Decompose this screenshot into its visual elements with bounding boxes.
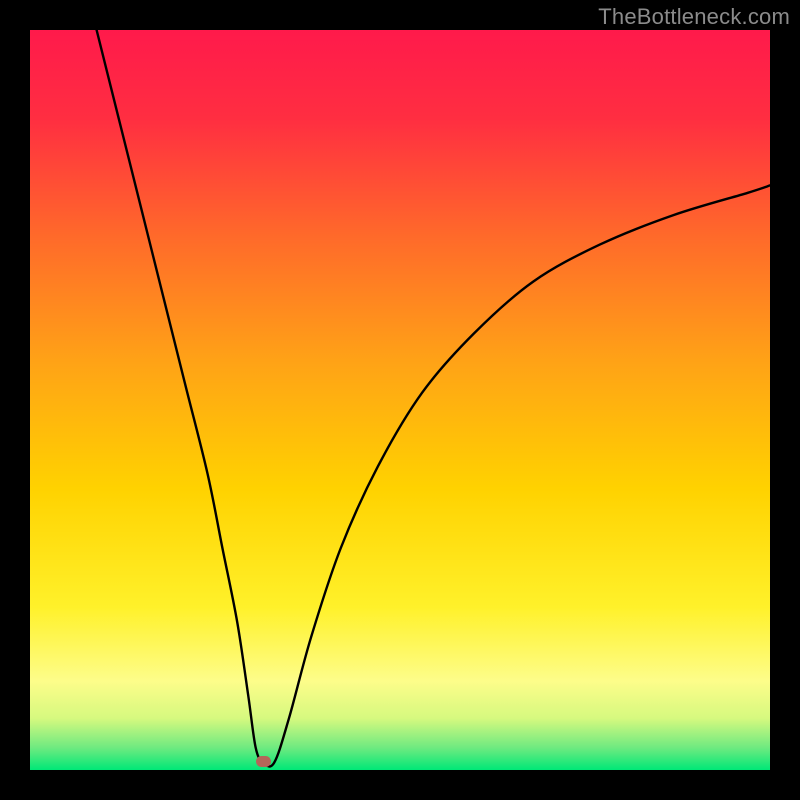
plot-area [30,30,770,770]
outer-frame: TheBottleneck.com [0,0,800,800]
watermark-label: TheBottleneck.com [598,4,790,30]
optimum-marker [256,756,271,767]
bottleneck-curve [30,30,770,770]
